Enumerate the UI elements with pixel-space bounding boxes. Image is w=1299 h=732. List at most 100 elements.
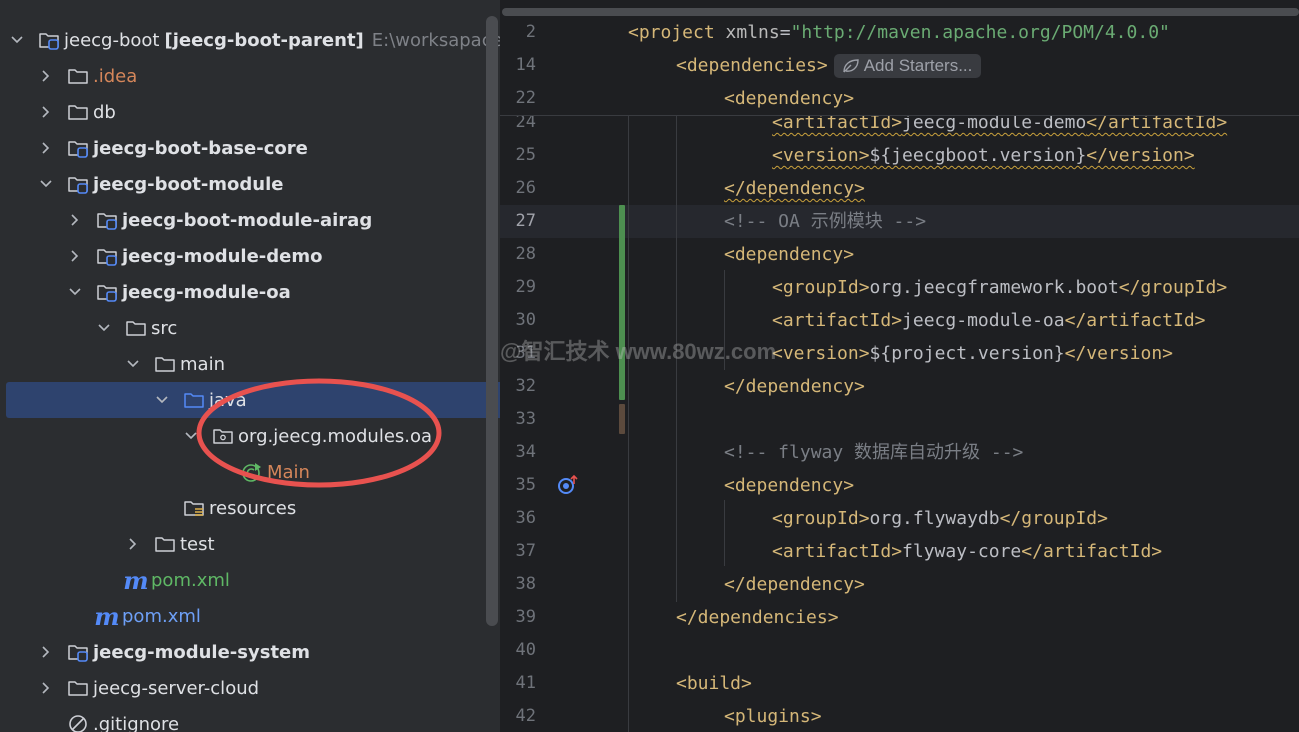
tree-java[interactable]: java [6, 382, 500, 418]
line-number: 39 [515, 607, 536, 627]
tree-jeecg-boot-base-core[interactable]: jeecg-boot-base-core [0, 130, 500, 166]
chevron-down-icon[interactable] [97, 321, 111, 335]
line-number: 28 [515, 244, 536, 264]
xml-tag: <version> [772, 343, 870, 364]
code-line[interactable]: 38 </dependency> [500, 568, 1299, 601]
tree-jeecg-server-cloud[interactable]: jeecg-server-cloud [0, 670, 500, 706]
xml-tag: </dependency> [724, 574, 865, 595]
chevron-down-icon[interactable] [68, 285, 82, 299]
xml-tag: </dependency> [724, 178, 865, 199]
chevron-right-icon[interactable] [39, 645, 53, 659]
chevron-right-icon[interactable] [39, 105, 53, 119]
code-line[interactable]: 42 <plugins> [500, 700, 1299, 732]
sticky-scroll-header[interactable]: 2 <project xmlns="http://maven.apache.org… [500, 16, 1299, 116]
chevron-right-icon[interactable] [68, 249, 82, 263]
xml-tag: <project [628, 22, 726, 43]
project-tree-scrollbar[interactable] [486, 16, 498, 626]
xml-tag: <artifactId> [772, 310, 903, 331]
chevron-down-icon[interactable] [184, 429, 198, 443]
editor-horizontal-scrollbar[interactable] [502, 8, 1299, 16]
module-folder-icon [67, 137, 89, 159]
tree-jeecg-module-demo[interactable]: jeecg-module-demo [0, 238, 500, 274]
chevron-down-icon[interactable] [39, 177, 53, 191]
tree-main[interactable]: main [0, 346, 500, 382]
tree-jeecg-boot-module-airag[interactable]: jeecg-boot-module-airag [0, 202, 500, 238]
chevron-down-icon[interactable] [126, 357, 140, 371]
line-number: 36 [515, 508, 536, 528]
code-text: </dependency> [724, 172, 865, 205]
code-line[interactable]: 25 <version>${jeecgboot.version}</version… [500, 139, 1299, 172]
tree-resources[interactable]: resources [0, 490, 500, 526]
tree-pom-oa[interactable]: m pom.xml [0, 562, 500, 598]
xml-tag: <artifactId> [772, 541, 903, 562]
tree-jeecg-module-oa[interactable]: jeecg-module-oa [0, 274, 500, 310]
code-line[interactable]: 34 <!-- flyway 数据库自动升级 --> [500, 436, 1299, 469]
implemented-override-gutter-icon[interactable] [556, 474, 582, 496]
project-path: E:\worksapace\jee [371, 29, 500, 51]
code-line[interactable]: 37 <artifactId>flyway-core</artifactId> [500, 535, 1299, 568]
chevron-down-icon[interactable] [155, 393, 169, 407]
code-line[interactable]: 40 [500, 634, 1299, 667]
code-line[interactable]: 14 <dependencies> Add Starters... [500, 49, 1299, 82]
tree-package-oa[interactable]: org.jeecg.modules.oa [0, 418, 500, 454]
line-number: 35 [515, 475, 536, 495]
xml-tag: </artifactId> [1064, 310, 1206, 331]
chevron-right-icon[interactable] [39, 69, 53, 83]
chevron-right-icon[interactable] [126, 537, 140, 551]
xml-tag: <dependency> [724, 88, 855, 109]
tree-item-label: jeecg-server-cloud [93, 677, 260, 699]
code-editor[interactable]: 2 <project xmlns="http://maven.apache.org… [500, 0, 1299, 732]
leaf-icon [843, 59, 859, 73]
tree-jeecg-module-system[interactable]: jeecg-module-system [0, 634, 500, 670]
code-text: <plugins> [724, 700, 822, 732]
xml-tag: </dependency> [724, 376, 865, 397]
tree-db[interactable]: db [0, 94, 500, 130]
tree-gitignore[interactable]: .gitignore [0, 706, 500, 732]
tree-item-label: org.jeecg.modules.oa [238, 425, 433, 447]
xml-tag: <groupId> [772, 277, 870, 298]
chevron-right-icon[interactable] [39, 681, 53, 695]
code-line[interactable]: 2 <project xmlns="http://maven.apache.org… [500, 16, 1299, 49]
tree-item-label: java [209, 389, 247, 411]
resources-folder-icon [183, 497, 205, 519]
tree-main-class[interactable]: Main [0, 454, 500, 490]
chevron-right-icon[interactable] [39, 141, 53, 155]
tree-item-label: jeecg-boot-base-core [93, 137, 308, 159]
add-starters-button[interactable]: Add Starters... [833, 54, 982, 78]
xml-tag: <plugins> [724, 706, 822, 727]
tree-jeecg-boot-module[interactable]: jeecg-boot-module [0, 166, 500, 202]
module-folder-icon [38, 29, 60, 51]
tree-test[interactable]: test [0, 526, 500, 562]
xml-tag: </groupId> [999, 508, 1108, 529]
tree-idea[interactable]: .idea [0, 58, 500, 94]
line-number: 25 [515, 145, 536, 165]
chevron-down-icon[interactable] [10, 33, 24, 47]
code-text: <artifactId>flyway-core</artifactId> [772, 535, 1162, 568]
code-line[interactable]: 22 <dependency> [500, 82, 1299, 115]
project-tree: jeecg-boot [jeecg-boot-parent] E:\worksapa… [0, 22, 500, 732]
chevron-right-icon[interactable] [68, 213, 82, 227]
tree-item-label: pom.xml [151, 569, 230, 591]
code-line[interactable]: 39 </dependencies> [500, 601, 1299, 634]
code-line[interactable]: 36 <groupId>org.flywaydb</groupId> [500, 502, 1299, 535]
vcs-modified-marker[interactable] [619, 404, 625, 434]
folder-icon [67, 65, 89, 87]
code-line[interactable]: 35 <dependency> [500, 469, 1299, 502]
code-line[interactable]: 26 </dependency> [500, 172, 1299, 205]
code-line[interactable]: 41 <build> [500, 667, 1299, 700]
code-text: </dependency> [724, 568, 865, 601]
vcs-added-marker[interactable] [619, 205, 625, 400]
xml-tag: <dependency> [724, 244, 855, 265]
tree-item-label: .idea [93, 65, 138, 87]
xml-tag: </groupId> [1118, 277, 1228, 298]
tree-pom-module[interactable]: m pom.xml [0, 598, 500, 634]
tree-item-label: jeecg-boot-module-airag [122, 209, 373, 231]
xml-tag: <build> [676, 673, 752, 694]
tree-root-jeecg-boot[interactable]: jeecg-boot [jeecg-boot-parent] E:\worksapa… [0, 22, 500, 58]
xml-text: org.flywaydb [869, 508, 1000, 529]
folder-icon [154, 533, 176, 555]
project-tree-panel: jeecg-boot [jeecg-boot-parent] E:\worksapa… [0, 0, 500, 732]
code-text: <artifactId>jeecg-module-oa</artifactId> [772, 304, 1206, 337]
tree-src[interactable]: src [0, 310, 500, 346]
